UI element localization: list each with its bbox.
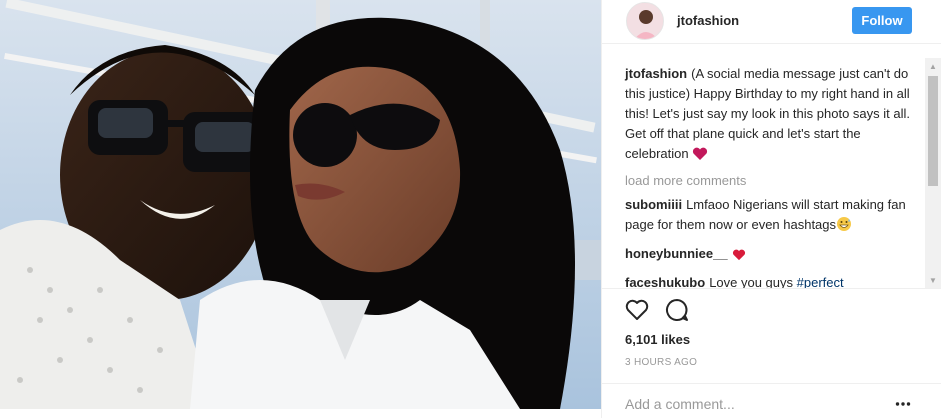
heart-icon [732, 247, 746, 267]
heart-icon [692, 147, 708, 167]
heart-icon[interactable] [624, 297, 650, 323]
scroll-up-arrow-icon[interactable]: ▲ [925, 58, 941, 74]
list-item: subomiiii Lmfaoo Nigerians will start mak… [625, 195, 919, 238]
post-actions [624, 297, 690, 323]
post-timestamp: 3 HOURS AGO [625, 357, 698, 368]
avatar-image [627, 3, 663, 39]
comment-text: Love you guys [709, 275, 794, 288]
caption-username[interactable]: jtofashion [625, 66, 687, 81]
post-photo[interactable] [0, 0, 601, 409]
comment-username[interactable]: subomiiii [625, 197, 682, 212]
more-options-icon[interactable] [895, 397, 911, 409]
post-side-panel: jtofashion Follow jtofashion (A social me… [601, 0, 941, 418]
scroll-down-arrow-icon[interactable]: ▼ [925, 272, 941, 288]
post-header: jtofashion Follow [602, 0, 941, 44]
comment-username[interactable]: faceshukubo [625, 275, 705, 288]
comment-username[interactable]: honeybunniee__ [625, 246, 728, 261]
avatar[interactable] [626, 2, 664, 40]
caption: jtofashion (A social media message just c… [625, 64, 919, 167]
list-item: faceshukubo Love you guys #perfect [625, 273, 919, 288]
add-comment-input[interactable] [625, 396, 875, 412]
load-more-comments-link[interactable]: load more comments [625, 173, 919, 189]
photo-illustration [0, 0, 601, 409]
divider [602, 288, 941, 289]
post-username[interactable]: jtofashion [677, 13, 739, 28]
hashtag-link[interactable]: #perfect [797, 275, 844, 288]
photo-bottom-bar [0, 409, 601, 418]
follow-button[interactable]: Follow [852, 7, 912, 34]
likes-count[interactable]: 6,101 likes [625, 332, 690, 347]
grinning-sweat-face-icon [836, 216, 852, 238]
comments-scrollbar[interactable]: ▲ ▼ [925, 58, 941, 288]
comments-list[interactable]: jtofashion (A social media message just c… [602, 64, 937, 288]
divider [602, 383, 941, 384]
scrollbar-thumb[interactable] [928, 76, 938, 186]
list-item: honeybunniee__ [625, 244, 919, 267]
instagram-post: jtofashion Follow jtofashion (A social me… [0, 0, 941, 418]
comment-bubble-icon[interactable] [664, 297, 690, 323]
